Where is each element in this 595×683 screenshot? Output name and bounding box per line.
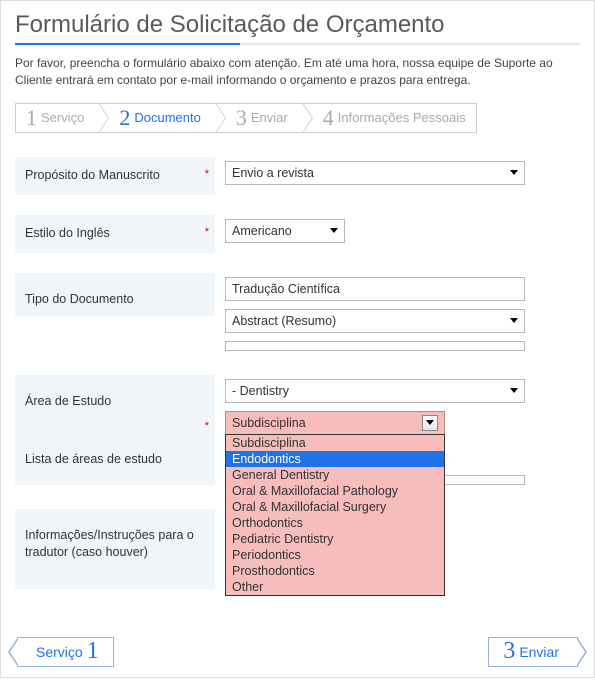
subdiscipline-option[interactable]: Pediatric Dentistry [226,531,444,547]
required-marker: * [205,419,209,434]
step-number: 1 [26,107,37,129]
row-english: Estilo do Inglês * Americano [15,205,580,263]
subdiscipline-option[interactable]: Endodontics [226,451,444,467]
label-doctype: Tipo do Documento [15,273,215,317]
select-value: - Dentistry [232,384,504,398]
step-number: 4 [323,107,334,129]
label-text: Tipo do Documento [25,291,134,309]
input-value: Tradução Científica [232,282,340,296]
subdiscipline-option[interactable]: Oral & Maxillofacial Surgery [226,499,444,515]
required-marker: * [205,225,209,240]
subdiscipline-option[interactable]: Orthodontics [226,515,444,531]
doctype-select[interactable]: Abstract (Resumo) [225,309,525,333]
prev-number: 1 [87,638,99,665]
purpose-select[interactable]: Envio a revista [225,161,525,185]
study-select[interactable]: - Dentistry [225,379,525,403]
row-doctype: Tipo do Documento Tradução Científica Ab… [15,263,580,365]
intro-text: Por favor, preencha o formulário abaixo … [15,55,580,89]
subdiscipline-option[interactable]: Oral & Maxillofacial Pathology [226,483,444,499]
label-purpose: Propósito do Manuscrito * [15,157,215,195]
step-label: Serviço [41,110,84,125]
step-label: Informações Pessoais [338,110,466,125]
label-english: Estilo do Inglês * [15,215,215,253]
prev-label: Serviço [36,644,83,660]
chevron-down-icon [510,318,518,323]
label-studylist: Lista de áreas de estudo [25,451,162,469]
subdiscipline-wrap: Subdisciplina SubdisciplinaEndodonticsGe… [225,411,570,435]
dropdown-button-icon [422,415,438,431]
chevron-down-icon [330,228,338,233]
step-label: Documento [134,110,200,125]
chevron-down-icon [510,388,518,393]
chevron-down-icon [510,170,518,175]
subdiscipline-option[interactable]: Subdisciplina [226,435,444,451]
step-number: 2 [119,107,130,129]
label-text: Estilo do Inglês [25,225,110,243]
english-select[interactable]: Americano [225,219,345,243]
next-button[interactable]: 3 Enviar [488,637,578,667]
next-label: Enviar [519,644,559,660]
step-breadcrumb: 1 Serviço 2 Documento 3 Enviar 4 Informa… [15,103,580,133]
subdiscipline-option[interactable]: Periodontics [226,547,444,563]
step-enviar[interactable]: 3 Enviar [215,103,302,133]
row-study: Área de Estudo * Lista de áreas de estud… [15,365,580,499]
subdiscipline-option[interactable]: Prosthodontics [226,563,444,579]
footer-nav: Serviço 1 3 Enviar [15,637,580,673]
page-title: Formulário de Solicitação de Orçamento [15,11,580,39]
subdiscipline-select[interactable]: Subdisciplina [225,411,445,435]
doctype-text2[interactable] [225,341,525,351]
subdiscipline-option[interactable]: General Dentistry [226,467,444,483]
label-study: Área de Estudo * Lista de áreas de estud… [15,375,215,485]
subdiscipline-option[interactable]: Other [226,579,444,595]
label-text: Informações/Instruções para o tradutor (… [25,527,205,562]
step-informacoes[interactable]: 4 Informações Pessoais [302,103,477,133]
required-marker: * [205,167,209,182]
select-value: Envio a revista [232,166,504,180]
select-value: Americano [232,224,324,238]
form-area: Propósito do Manuscrito * Envio a revist… [15,147,580,599]
row-purpose: Propósito do Manuscrito * Envio a revist… [15,147,580,205]
doctype-text1[interactable]: Tradução Científica [225,277,525,301]
title-underline [15,43,580,45]
step-documento[interactable]: 2 Documento [98,103,214,133]
prev-button[interactable]: Serviço 1 [17,637,114,667]
next-number: 3 [503,638,515,665]
label-instructions: Informações/Instruções para o tradutor (… [15,509,215,589]
step-label: Enviar [251,110,288,125]
select-value: Subdisciplina [232,416,306,430]
label-text: Propósito do Manuscrito [25,167,160,185]
step-servico[interactable]: 1 Serviço [15,103,98,133]
subdiscipline-options[interactable]: SubdisciplinaEndodonticsGeneral Dentistr… [225,434,445,596]
select-value: Abstract (Resumo) [232,314,504,328]
step-number: 3 [236,107,247,129]
label-text: Área de Estudo [25,393,111,411]
